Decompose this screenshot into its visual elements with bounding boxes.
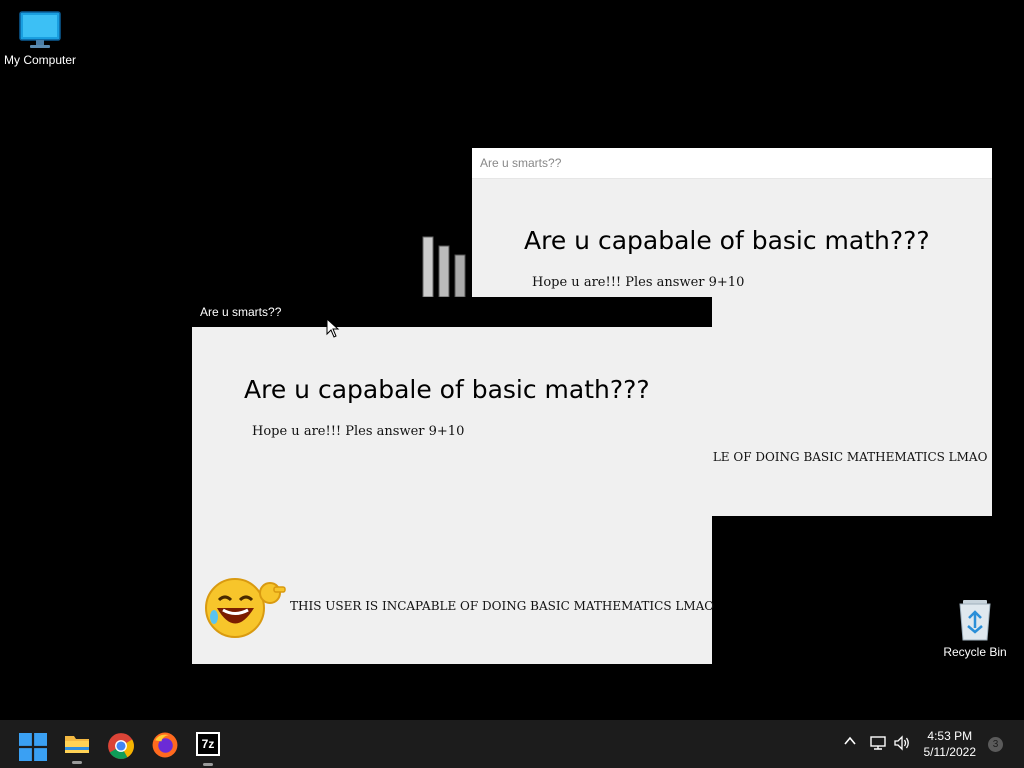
quiz-heading: Are u capabale of basic math??? (524, 226, 930, 255)
file-explorer-icon (65, 736, 89, 753)
volume-icon[interactable] (893, 734, 911, 752)
taskbar-clock[interactable]: 4:53 PM 5/11/2022 (924, 728, 977, 760)
clock-date: 5/11/2022 (923, 745, 977, 759)
taskbar: 7z 4:53 PM 5/11/2022 (0, 720, 1024, 768)
mouse-cursor-icon (326, 318, 340, 338)
desktop-icon-label: My Computer (3, 53, 77, 67)
firefox-icon[interactable] (151, 731, 179, 759)
window-titlebar[interactable]: Are u smarts?? (472, 148, 992, 179)
quiz-prompt: Hope u are!!! Ples answer 9+10 (252, 424, 465, 439)
quiz-heading: Are u capabale of basic math??? (244, 375, 650, 404)
taskbar-app-file-explorer[interactable] (63, 730, 91, 764)
laughing-emoji-icon (205, 578, 286, 638)
quiz-window-front[interactable]: Are u smarts?? Are u capabale of basic m… (192, 297, 715, 664)
notification-badge[interactable]: 3 (988, 737, 1003, 752)
7zip-icon: 7z (196, 732, 220, 756)
desktop-icon-label: Recycle Bin (943, 645, 1007, 659)
clock-time: 4:53 PM (927, 729, 973, 743)
running-indicator (203, 763, 213, 766)
running-indicator (72, 761, 82, 764)
verdict-text: THIS USER IS INCAPABLE OF DOING BASIC MA… (290, 599, 715, 613)
7zip-icon-label: 7z (198, 734, 218, 754)
taskbar-app-7zip[interactable]: 7z (196, 732, 224, 766)
windows-start-icon[interactable] (19, 733, 47, 761)
background-app-icon (422, 236, 466, 298)
chevron-up-icon[interactable] (843, 734, 857, 748)
network-icon[interactable] (869, 734, 887, 752)
desktop-icon-recycle-bin[interactable]: Recycle Bin (935, 598, 1015, 659)
quiz-prompt: Hope u are!!! Ples answer 9+10 (532, 275, 745, 290)
window-titlebar[interactable]: Are u smarts?? (192, 297, 712, 327)
recycle-bin-icon (959, 600, 991, 641)
monitor-icon (19, 11, 61, 48)
verdict-text: BLE OF DOING BASIC MATHEMATICS LMAO (704, 450, 988, 464)
chrome-icon[interactable] (107, 732, 135, 760)
desktop-icon-my-computer[interactable]: My Computer (0, 10, 80, 67)
